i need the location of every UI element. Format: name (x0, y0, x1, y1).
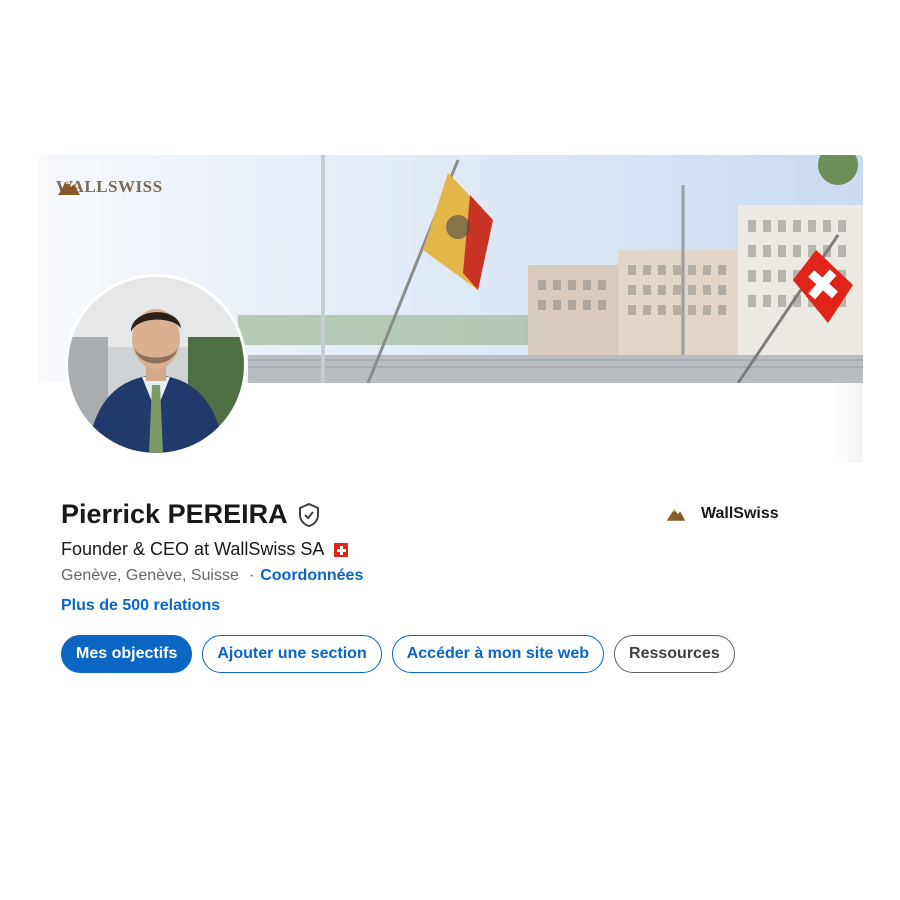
wallswiss-logo-icon (666, 508, 686, 521)
connections-link[interactable]: Plus de 500 relations (61, 597, 220, 615)
banner-logo: WALLSWISS (56, 177, 163, 197)
profile-name: Pierrick PEREIRA (61, 499, 288, 529)
current-company[interactable]: WallSwiss (665, 505, 779, 523)
name-row: Pierrick PEREIRA (61, 499, 321, 530)
profile-headline: Founder & CEO at WallSwiss SA (61, 539, 325, 559)
my-goals-button[interactable]: Mes objectifs (61, 635, 193, 673)
shield-check-icon[interactable] (297, 502, 321, 528)
visit-website-button[interactable]: Accéder à mon site web (391, 635, 605, 673)
profile-location: Genève, Genève, Suisse (61, 567, 239, 584)
contact-info-link[interactable]: Coordonnées (260, 567, 363, 585)
company-name: WallSwiss (701, 505, 779, 522)
swiss-flag-icon (334, 542, 349, 557)
profile-avatar[interactable] (65, 274, 247, 456)
resources-button[interactable]: Ressources (614, 635, 735, 673)
wallswiss-logo-icon (58, 181, 80, 195)
avatar-photo (68, 277, 244, 453)
location-row: Genève, Genève, Suisse · Coordonnées (61, 567, 363, 585)
separator-dot: · (248, 567, 255, 584)
profile-actions: Mes objectifs Ajouter une section Accéde… (61, 635, 735, 673)
headline-row: Founder & CEO at WallSwiss SA (61, 539, 349, 560)
add-section-button[interactable]: Ajouter une section (202, 635, 382, 673)
